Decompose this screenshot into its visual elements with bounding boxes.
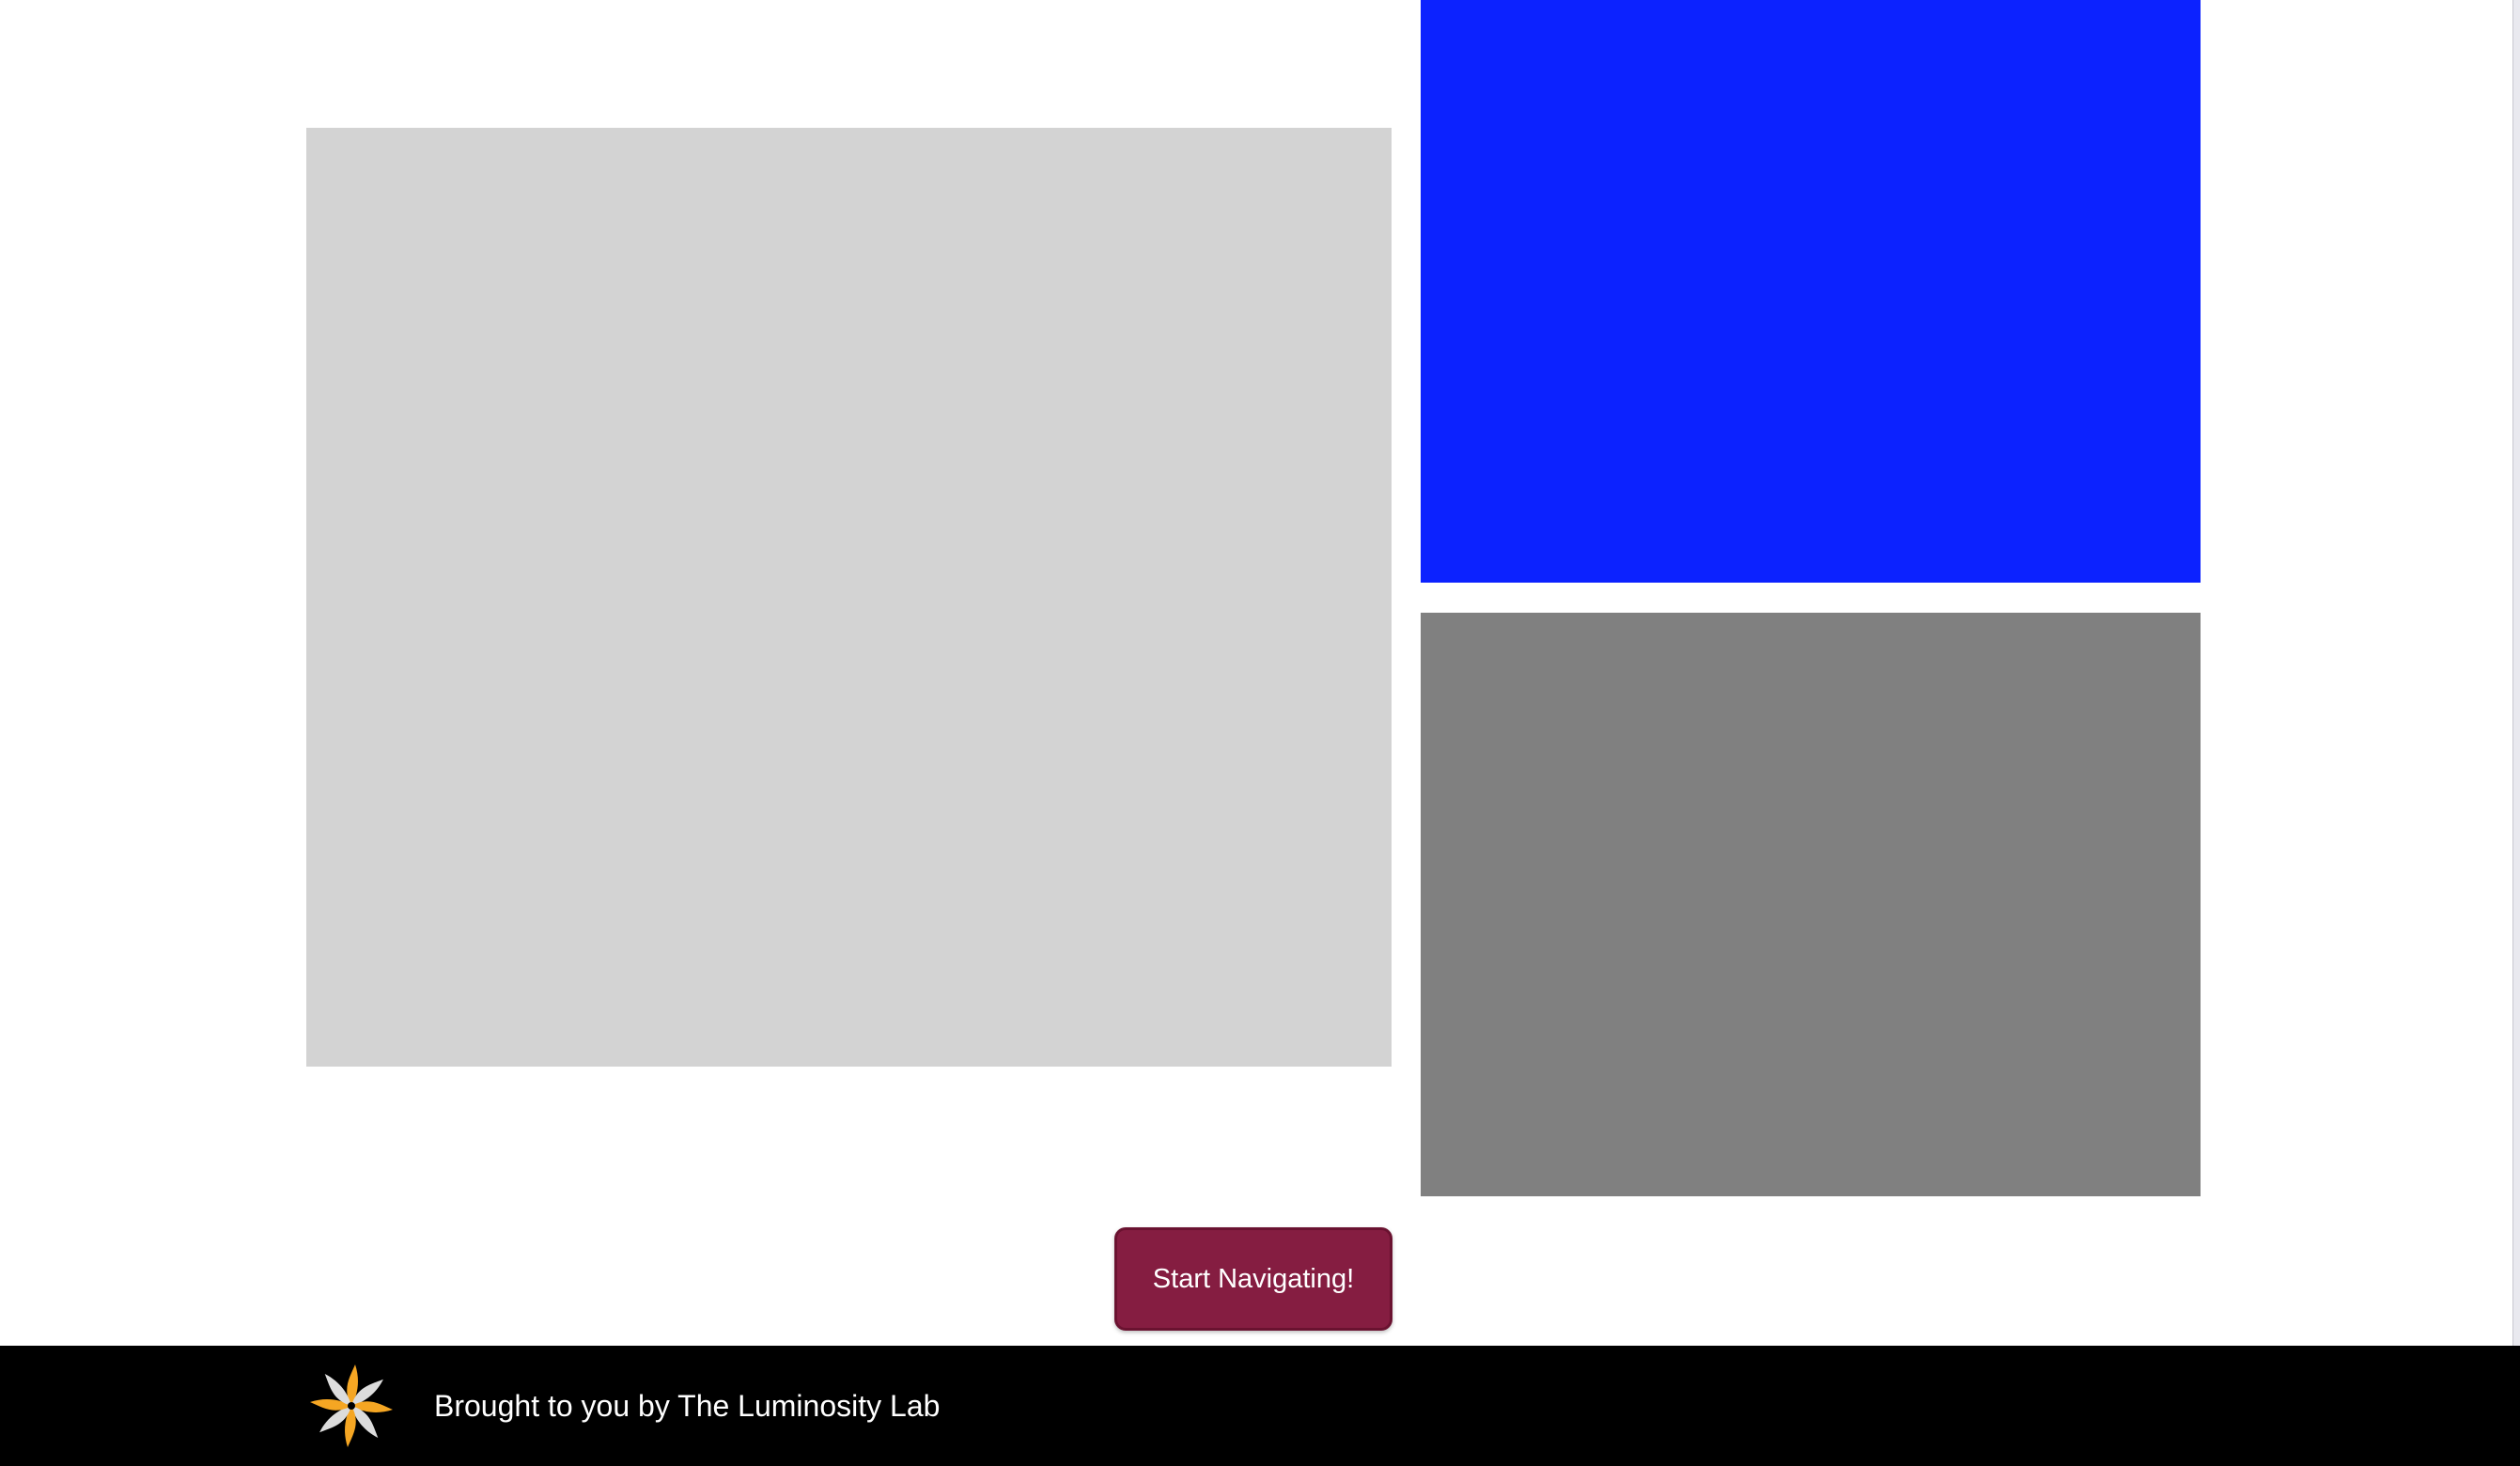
page: Start Navigating! Brought to you by The …	[0, 0, 2520, 1466]
logo-pinwheel	[310, 1365, 393, 1447]
logo-center	[348, 1402, 355, 1410]
luminosity-lab-logo-icon	[306, 1361, 397, 1451]
light-gray-panel	[306, 128, 1392, 1067]
scrollbar[interactable]	[2512, 0, 2520, 1346]
blue-panel	[1421, 0, 2201, 583]
start-navigating-button[interactable]: Start Navigating!	[1114, 1227, 1392, 1331]
footer-credit: Brought to you by The Luminosity Lab	[434, 1388, 941, 1423]
footer: Brought to you by The Luminosity Lab	[0, 1346, 2520, 1466]
gray-panel	[1421, 613, 2201, 1196]
